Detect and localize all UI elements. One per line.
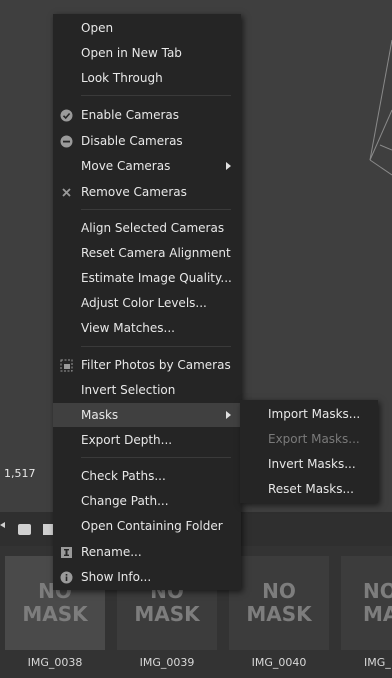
thumbnail-img-0040[interactable]: NO MASK xyxy=(229,556,329,650)
coordinate-readout: 1,517 xyxy=(4,467,36,480)
no-mask-line1: NO xyxy=(363,579,392,603)
menu-item-open[interactable]: Open xyxy=(53,16,241,40)
submenu-item-import-masks[interactable]: Import Masks... xyxy=(240,402,378,426)
no-mask-line2: MASK xyxy=(134,602,200,626)
menu-item-align-selected-cameras[interactable]: Align Selected Cameras xyxy=(53,216,241,240)
menu-item-rename[interactable]: Rename... xyxy=(53,540,241,564)
rename-icon xyxy=(61,547,72,558)
menu-item-invert-selection[interactable]: Invert Selection xyxy=(53,378,241,402)
no-mask-placeholder: NO MASK xyxy=(229,556,329,650)
submenu-item-label: Import Masks... xyxy=(268,407,361,421)
no-mask-line1: NO xyxy=(262,579,296,603)
submenu-item-label: Reset Masks... xyxy=(268,482,354,496)
menu-item-label: Remove Cameras xyxy=(81,185,187,199)
menu-separator xyxy=(81,346,231,347)
binoculars-icon xyxy=(18,524,31,535)
menu-item-label: Filter Photos by Cameras xyxy=(81,358,231,372)
menu-item-label: Check Paths... xyxy=(81,469,166,483)
submenu-item-label: Export Masks... xyxy=(268,432,360,446)
menu-separator xyxy=(81,209,231,210)
arrow-icon xyxy=(0,522,5,528)
no-mask-line2: MASK xyxy=(246,602,312,626)
submenu-arrow-icon xyxy=(226,411,231,419)
menu-item-enable-cameras[interactable]: Enable Cameras xyxy=(53,103,241,127)
submenu-arrow-icon xyxy=(226,162,231,170)
submenu-item-label: Invert Masks... xyxy=(268,457,356,471)
masks-submenu: Import Masks... Export Masks... Invert M… xyxy=(240,400,378,503)
menu-item-open-new-tab[interactable]: Open in New Tab xyxy=(53,41,241,65)
menu-item-label: Rename... xyxy=(81,545,142,559)
menu-item-filter-photos-by-cameras[interactable]: Filter Photos by Cameras xyxy=(53,353,241,377)
menu-item-export-depth[interactable]: Export Depth... xyxy=(53,428,241,452)
menu-item-label: Estimate Image Quality... xyxy=(81,271,232,285)
menu-item-label: Adjust Color Levels... xyxy=(81,296,207,310)
menu-item-label: Masks xyxy=(81,408,119,422)
menu-item-disable-cameras[interactable]: Disable Cameras xyxy=(53,129,241,153)
no-mask-line2: MASK xyxy=(22,602,88,626)
menu-item-change-path[interactable]: Change Path... xyxy=(53,489,241,513)
menu-item-look-through[interactable]: Look Through xyxy=(53,66,241,90)
menu-item-label: Align Selected Cameras xyxy=(81,221,225,235)
context-menu: Open Open in New Tab Look Through Enable… xyxy=(53,14,241,590)
menu-item-label: Open xyxy=(81,21,114,35)
menu-item-view-matches[interactable]: View Matches... xyxy=(53,316,241,340)
menu-item-masks[interactable]: Masks xyxy=(53,403,241,427)
menu-separator xyxy=(81,457,231,458)
check-circle-icon xyxy=(60,109,73,122)
x-icon xyxy=(62,188,71,197)
menu-item-move-cameras[interactable]: Move Cameras xyxy=(53,154,241,178)
menu-item-label: Invert Selection xyxy=(81,383,176,397)
thumbnail-caption: IMG_0039 xyxy=(139,656,195,669)
menu-separator xyxy=(81,95,231,96)
submenu-item-reset-masks[interactable]: Reset Masks... xyxy=(240,477,378,501)
submenu-item-invert-masks[interactable]: Invert Masks... xyxy=(240,452,378,476)
filter-photos-icon xyxy=(60,359,73,372)
menu-item-open-containing-folder[interactable]: Open Containing Folder xyxy=(53,514,241,538)
menu-item-label: Look Through xyxy=(81,71,163,85)
menu-item-label: View Matches... xyxy=(81,321,175,335)
menu-item-label: Export Depth... xyxy=(81,433,173,447)
menu-item-show-info[interactable]: Show Info... xyxy=(53,565,241,589)
menu-item-label: Show Info... xyxy=(81,570,152,584)
info-icon xyxy=(60,571,73,584)
thumbnail-caption: IMG_0040 xyxy=(251,656,307,669)
minus-circle-icon xyxy=(60,135,73,148)
menu-item-label: Open Containing Folder xyxy=(81,519,223,533)
menu-item-reset-camera-alignment[interactable]: Reset Camera Alignment xyxy=(53,241,241,265)
no-mask-placeholder: NO MA xyxy=(341,556,392,650)
thumbnail-partial[interactable]: NO MA xyxy=(341,556,392,650)
thumbnail-caption: IMG_ xyxy=(364,656,391,669)
menu-item-label: Enable Cameras xyxy=(81,108,180,122)
menu-item-remove-cameras[interactable]: Remove Cameras xyxy=(53,180,241,204)
menu-item-label: Open in New Tab xyxy=(81,46,182,60)
menu-item-check-paths[interactable]: Check Paths... xyxy=(53,464,241,488)
toolbar-icons xyxy=(0,522,55,535)
menu-item-estimate-image-quality[interactable]: Estimate Image Quality... xyxy=(53,266,241,290)
menu-item-label: Disable Cameras xyxy=(81,134,183,148)
menu-item-label: Reset Camera Alignment xyxy=(81,246,231,260)
submenu-item-export-masks: Export Masks... xyxy=(240,427,378,451)
thumbnail-caption: IMG_0038 xyxy=(27,656,83,669)
menu-item-label: Change Path... xyxy=(81,494,169,508)
menu-item-adjust-color-levels[interactable]: Adjust Color Levels... xyxy=(53,291,241,315)
menu-item-label: Move Cameras xyxy=(81,159,171,173)
no-mask-line2: MA xyxy=(363,602,392,626)
